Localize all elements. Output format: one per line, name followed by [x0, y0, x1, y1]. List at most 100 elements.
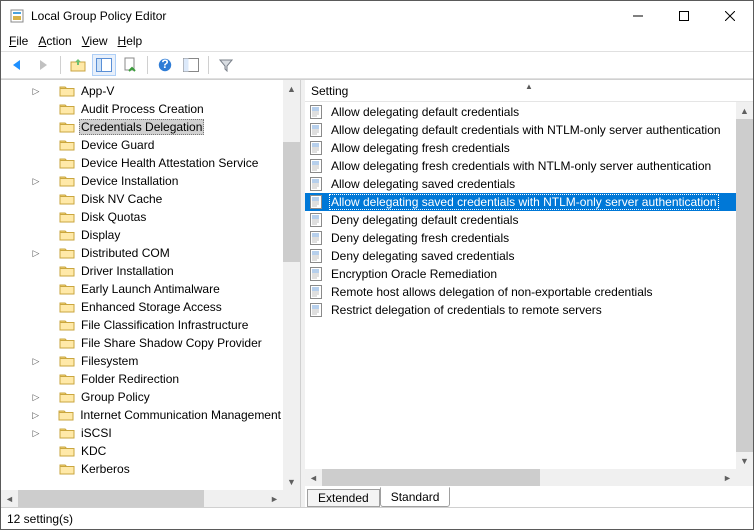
tree-item-iscsi[interactable]: ▷iSCSI [1, 424, 283, 442]
scroll-right-icon[interactable]: ► [266, 490, 283, 507]
folder-icon [59, 227, 75, 243]
list-header[interactable]: ▲ Setting [305, 80, 753, 102]
tree-item-device-health-attestation-service[interactable]: Device Health Attestation Service [1, 154, 283, 172]
list-horizontal-scrollbar[interactable]: ◄ ► [305, 469, 736, 486]
close-button[interactable] [707, 1, 753, 31]
column-setting-label: Setting [311, 84, 348, 98]
folder-icon [59, 83, 75, 99]
tree-item-device-guard[interactable]: Device Guard [1, 136, 283, 154]
scroll-up-icon[interactable]: ▲ [283, 80, 300, 97]
list-pane: ▲ Setting Allow delegating default crede… [305, 80, 753, 507]
content: ▷App-V Audit Process Creation Credentials … [1, 79, 753, 507]
setting-item[interactable]: Remote host allows delegation of non-exp… [305, 283, 736, 301]
tree-item-internet-communication-management[interactable]: ▷Internet Communication Management [1, 406, 283, 424]
statusbar: 12 setting(s) [1, 507, 753, 529]
tree-horizontal-scrollbar[interactable]: ◄ ► [1, 490, 283, 507]
tree-item-label: Distributed COM [79, 246, 172, 260]
tree-item-kdc[interactable]: KDC [1, 442, 283, 460]
tree-item-label: Driver Installation [79, 264, 176, 278]
expand-icon[interactable]: ▷ [29, 248, 43, 259]
tree-item-display[interactable]: Display [1, 226, 283, 244]
tree-item-folder-redirection[interactable]: Folder Redirection [1, 370, 283, 388]
setting-item[interactable]: Allow delegating saved credentials [305, 175, 736, 193]
menu-action[interactable]: Action [38, 34, 71, 48]
tree[interactable]: ▷App-V Audit Process Creation Credentials … [1, 80, 300, 507]
tree-item-enhanced-storage-access[interactable]: Enhanced Storage Access [1, 298, 283, 316]
tree-item-driver-installation[interactable]: Driver Installation [1, 262, 283, 280]
tree-vertical-scrollbar[interactable]: ▲ ▼ [283, 80, 300, 490]
setting-item[interactable]: Restrict delegation of credentials to re… [305, 301, 736, 319]
menu-file[interactable]: File [9, 34, 28, 48]
app-icon [9, 8, 25, 24]
setting-item[interactable]: Deny delegating fresh credentials [305, 229, 736, 247]
tree-item-label: Audit Process Creation [79, 102, 206, 116]
tree-item-file-classification-infrastructure[interactable]: File Classification Infrastructure [1, 316, 283, 334]
tree-item-label: Enhanced Storage Access [79, 300, 224, 314]
tree-item-label: Credentials Delegation [79, 119, 204, 135]
setting-label: Allow delegating default credentials wit… [329, 123, 723, 137]
tree-item-kerberos[interactable]: Kerberos [1, 460, 283, 478]
setting-item[interactable]: Allow delegating default credentials [305, 103, 736, 121]
filter-button[interactable] [214, 54, 238, 76]
folder-icon [59, 101, 75, 117]
tab-extended[interactable]: Extended [307, 489, 380, 507]
folder-icon [59, 461, 75, 477]
setting-icon [309, 302, 325, 318]
setting-icon [309, 140, 325, 156]
expand-icon[interactable]: ▷ [29, 176, 43, 187]
expand-icon[interactable]: ▷ [29, 410, 42, 421]
tree-item-audit-process-creation[interactable]: Audit Process Creation [1, 100, 283, 118]
setting-icon [309, 212, 325, 228]
folder-icon [59, 317, 75, 333]
expand-icon[interactable]: ▷ [29, 356, 43, 367]
expand-icon[interactable]: ▷ [29, 86, 43, 97]
expand-icon[interactable]: ▷ [29, 428, 43, 439]
setting-item[interactable]: Allow delegating saved credentials with … [305, 193, 736, 211]
scroll-left-icon[interactable]: ◄ [1, 490, 18, 507]
up-button[interactable] [66, 54, 90, 76]
folder-icon [59, 389, 75, 405]
setting-item[interactable]: Deny delegating default credentials [305, 211, 736, 229]
setting-item[interactable]: Encryption Oracle Remediation [305, 265, 736, 283]
setting-item[interactable]: Allow delegating fresh credentials with … [305, 157, 736, 175]
back-button[interactable] [5, 54, 29, 76]
show-hide-tree-button[interactable] [92, 54, 116, 76]
expand-icon[interactable]: ▷ [29, 392, 43, 403]
menu-help[interactable]: Help [118, 34, 143, 48]
tree-item-disk-nv-cache[interactable]: Disk NV Cache [1, 190, 283, 208]
setting-item[interactable]: Allow delegating fresh credentials [305, 139, 736, 157]
setting-item[interactable]: Deny delegating saved credentials [305, 247, 736, 265]
forward-button[interactable] [31, 54, 55, 76]
list-vertical-scrollbar[interactable]: ▲ ▼ [736, 102, 753, 469]
tree-item-app-v[interactable]: ▷App-V [1, 82, 283, 100]
folder-icon [59, 245, 75, 261]
tree-item-early-launch-antimalware[interactable]: Early Launch Antimalware [1, 280, 283, 298]
tree-item-label: Device Guard [79, 138, 156, 152]
tree-item-distributed-com[interactable]: ▷ Distributed COM [1, 244, 283, 262]
folder-icon [59, 209, 75, 225]
tree-item-device-installation[interactable]: ▷ Device Installation [1, 172, 283, 190]
export-list-button[interactable] [118, 54, 142, 76]
tree-item-file-share-shadow-copy-provider[interactable]: File Share Shadow Copy Provider [1, 334, 283, 352]
folder-icon [59, 281, 75, 297]
scroll-down-icon[interactable]: ▼ [283, 473, 300, 490]
tab-standard[interactable]: Standard [380, 487, 451, 507]
properties-button[interactable] [179, 54, 203, 76]
tree-item-filesystem[interactable]: ▷Filesystem [1, 352, 283, 370]
settings-list[interactable]: Allow delegating default credentials Allo… [305, 102, 753, 486]
maximize-button[interactable] [661, 1, 707, 31]
tree-item-label: Device Installation [79, 174, 180, 188]
setting-icon [309, 104, 325, 120]
minimize-button[interactable] [615, 1, 661, 31]
tree-pane: ▷App-V Audit Process Creation Credentials … [1, 80, 301, 507]
help-button[interactable]: ? [153, 54, 177, 76]
tree-item-credentials-delegation[interactable]: Credentials Delegation [1, 118, 283, 136]
tree-item-label: Group Policy [79, 390, 152, 404]
folder-icon [59, 173, 75, 189]
tree-item-group-policy[interactable]: ▷ Group Policy [1, 388, 283, 406]
menu-view[interactable]: View [82, 34, 108, 48]
menubar: File Action View Help [1, 31, 753, 51]
tree-item-disk-quotas[interactable]: Disk Quotas [1, 208, 283, 226]
setting-label: Restrict delegation of credentials to re… [329, 303, 604, 317]
setting-item[interactable]: Allow delegating default credentials wit… [305, 121, 736, 139]
